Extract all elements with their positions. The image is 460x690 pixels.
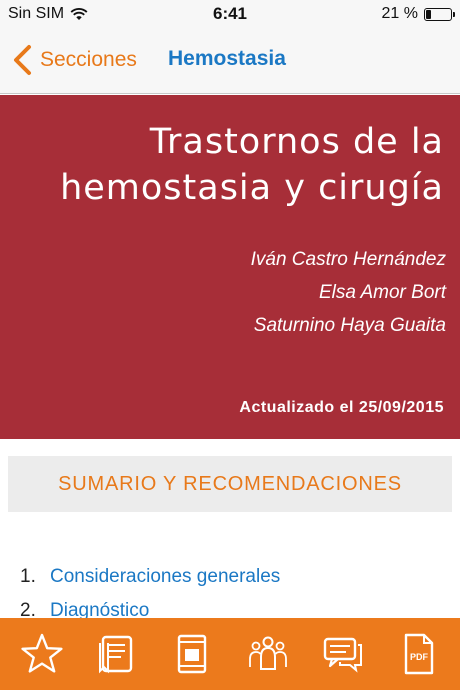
author-name: Iván Castro Hernández: [250, 249, 446, 270]
list-item: 1. Consideraciones generales: [20, 566, 280, 600]
battery-fill: [426, 9, 432, 19]
back-button-label: Secciones: [40, 48, 137, 71]
pdf-icon: PDF: [405, 633, 434, 675]
author-name: Saturnino Haya Guaita: [253, 315, 446, 336]
article-header: Trastornos de la hemostasia y cirugía Iv…: [0, 95, 460, 439]
list-item-number: 1.: [20, 566, 36, 587]
comments-icon: [323, 637, 362, 673]
status-right: 21 %: [381, 5, 455, 23]
article-title-line-1: Trastornos de la: [149, 122, 444, 162]
book-tab[interactable]: [165, 627, 219, 681]
comments-tab[interactable]: [316, 627, 370, 681]
favorites-tab[interactable]: [15, 627, 69, 681]
updated-date: Actualizado el 25/09/2015: [239, 399, 444, 416]
author-name: Elsa Amor Bort: [318, 282, 446, 303]
navigation-bar: Secciones Hemostasia: [0, 30, 460, 94]
star-icon: [21, 633, 63, 673]
article-title: Trastornos de la hemostasia y cirugía: [60, 119, 444, 211]
nav-title: Hemostasia: [168, 47, 286, 70]
chevron-left-icon: [14, 45, 31, 75]
pdf-icon-text: PDF: [410, 652, 429, 662]
notes-icon: [98, 635, 133, 674]
team-icon: [248, 636, 287, 670]
summary-recommendations-label: SUMARIO Y RECOMENDACIONES: [58, 472, 402, 495]
authors-tab[interactable]: [241, 627, 295, 681]
bottom-tab-bar: PDF: [0, 618, 460, 690]
battery-percent: 21 %: [381, 5, 418, 22]
notes-tab[interactable]: [90, 627, 144, 681]
author-list: Iván Castro Hernández Elsa Amor Bort Sat…: [251, 243, 446, 342]
summary-recommendations-button[interactable]: SUMARIO Y RECOMENDACIONES: [8, 456, 452, 512]
pdf-tab[interactable]: PDF: [391, 627, 445, 681]
back-button[interactable]: Secciones: [10, 44, 137, 76]
toc-link-consideraciones[interactable]: Consideraciones generales: [50, 566, 280, 588]
status-bar: Sin SIM 6:41 21 %: [0, 0, 460, 30]
battery-icon: [424, 7, 455, 21]
article-title-line-2: hemostasia y cirugía: [60, 168, 444, 208]
book-icon: [178, 634, 207, 674]
